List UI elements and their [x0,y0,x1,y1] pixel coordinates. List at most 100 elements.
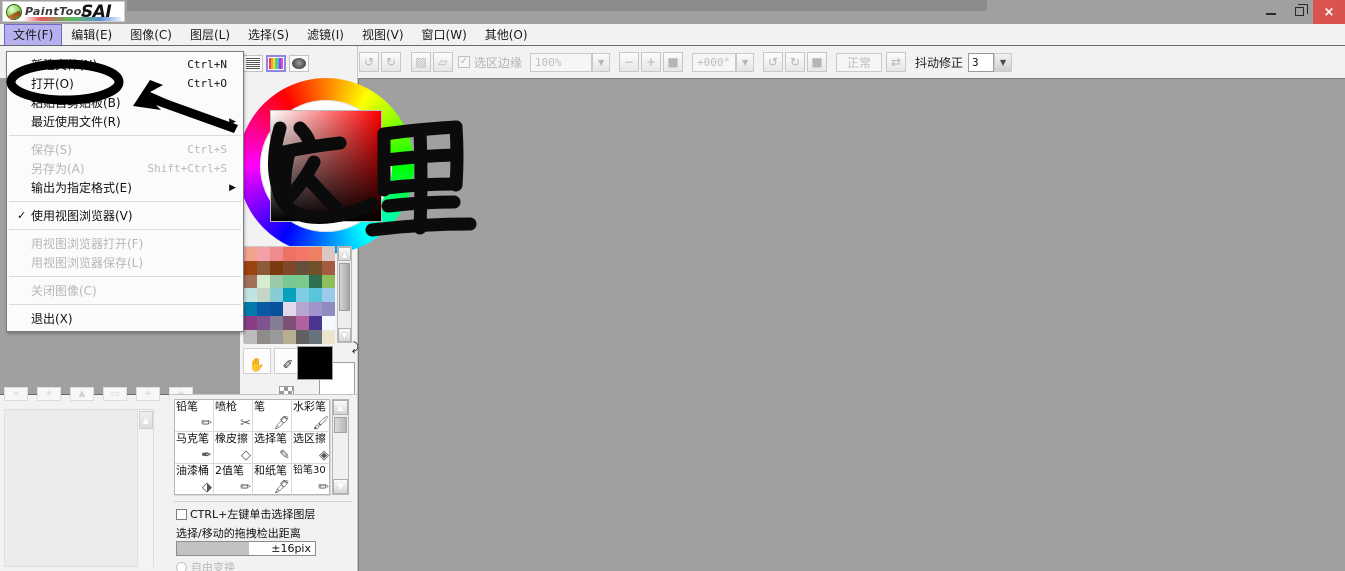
rotate-cw-icon[interactable]: ↻ [785,52,806,72]
color-swatch[interactable] [270,247,283,261]
menu-select[interactable]: 选择(S) [239,24,298,46]
brush-grid[interactable]: 铅笔 ✏ 喷枪 ✂ 笔 🖊 水彩笔 🖌 马克笔 ✒ 橡皮擦 ◇ 选择笔 ✎ 选区擦 ◈ 油漆桶 ⬗ 2值笔 ✏ 和纸笔 🖋… [174,399,331,496]
color-swatch[interactable] [244,288,257,303]
color-swatch[interactable] [309,247,322,261]
scroll-up-icon[interactable]: ▲ [338,247,351,261]
color-swatch[interactable] [244,315,257,330]
color-swatch[interactable] [257,247,270,261]
brush-cell[interactable]: 水彩笔 🖌 [292,400,331,432]
brush-cell[interactable]: 喷枪 ✂ [214,400,253,432]
brush-cell[interactable]: 和纸笔 🖋 [253,464,292,496]
swap-colors-icon[interactable]: ⤸ [352,340,359,355]
color-swatch[interactable] [257,260,270,275]
brush-cell[interactable]: 铅笔30 ✏ [292,464,331,496]
rotate-value[interactable]: +000° [692,52,737,72]
zoom-out-button[interactable]: − [619,52,640,72]
scratchpad-mode-button[interactable] [289,55,309,72]
color-swatch[interactable] [270,260,283,275]
color-swatch[interactable] [322,288,335,303]
foreground-color-swatch[interactable] [297,346,333,380]
flip-horizontal-icon[interactable]: ⇄ [886,52,907,72]
menu-item-输出为指定格式E[interactable]: 输出为指定格式(E) ▶ [7,178,243,197]
brush-cell[interactable]: 油漆桶 ⬗ [175,464,214,496]
layer-list[interactable]: ▲ [4,409,154,568]
free-transform-option[interactable]: 自由变换 [176,559,235,571]
color-swatch[interactable] [309,274,322,289]
brush-cell[interactable]: 橡皮擦 ◇ [214,432,253,464]
color-swatch[interactable] [322,274,335,289]
color-swatch[interactable] [322,260,335,275]
stabilizer-value[interactable]: 3 [968,52,995,72]
brush-cell[interactable]: 马克笔 ✒ [175,432,214,464]
color-swatch[interactable] [283,302,296,316]
menu-edit[interactable]: 编辑(E) [62,24,121,46]
zoom-reset-button[interactable]: ■ [663,52,684,72]
color-swatch[interactable] [322,315,335,330]
color-swatch[interactable] [309,329,322,344]
menu-item-使用视图浏览器V[interactable]: ✓ 使用视图浏览器(V) [7,206,243,225]
merge-layer-button[interactable]: ▭ [103,387,127,401]
color-swatch[interactable] [283,329,296,344]
brush-cell[interactable]: 选区擦 ◈ [292,432,331,464]
menu-other[interactable]: 其他(O) [476,24,537,46]
menu-item-新建文件N[interactable]: 新建文件(N) Ctrl+N [7,55,243,74]
rotate-reset-button[interactable]: ■ [807,52,828,72]
brush-scroll-up-icon[interactable]: ▲ [333,400,348,415]
drag-detect-slider[interactable]: ±16pix [176,541,316,556]
hand-tool-button[interactable]: ✋ [243,348,271,374]
new-mask-button[interactable]: ▲ [70,387,94,401]
brush-scrollbar-thumb[interactable] [334,417,347,433]
color-swatch[interactable] [270,274,283,289]
brush-cell[interactable]: 铅笔 ✏ [175,400,214,432]
brush-cell[interactable]: 笔 🖊 [253,400,292,432]
swatches-mode-button[interactable] [266,55,286,72]
maximize-button[interactable] [1285,0,1313,22]
color-swatch[interactable] [244,274,257,289]
new-group-button[interactable]: + [37,387,61,401]
menu-item-退出X[interactable]: 退出(X) [7,309,243,328]
menu-file[interactable]: 文件(F) [4,23,63,46]
color-swatch[interactable] [257,302,270,316]
select-transform-icon[interactable]: ▨ [411,52,431,72]
duplicate-layer-button[interactable]: + [136,387,160,401]
menu-filter[interactable]: 滤镜(I) [298,24,353,46]
color-swatch[interactable] [244,302,257,316]
color-swatch[interactable] [283,247,296,261]
close-button[interactable]: × [1313,0,1345,24]
color-swatch[interactable] [309,302,322,316]
color-swatch[interactable] [244,247,257,261]
redo-icon[interactable]: ↻ [381,52,401,72]
undo-icon[interactable]: ↺ [359,52,379,72]
blend-mode-value[interactable]: 正常 [836,52,883,72]
color-swatch[interactable] [270,288,283,303]
color-swatch[interactable] [322,302,335,316]
rotate-ccw-icon[interactable]: ↺ [763,52,784,72]
color-wheel[interactable] [238,78,414,254]
color-swatch[interactable] [283,260,296,275]
layer-list-scrollbar[interactable]: ▲ [137,410,153,568]
stabilizer-dropdown-icon[interactable]: ▼ [994,52,1013,72]
minimize-button[interactable] [1257,0,1285,22]
color-swatch[interactable] [283,274,296,289]
color-swatch[interactable] [244,329,257,344]
color-swatch[interactable] [309,288,322,303]
layer-scroll-up-icon[interactable]: ▲ [139,411,153,429]
ctrl-click-layer-option[interactable]: CTRL+左键单击选择图层 [176,506,315,522]
color-swatch[interactable] [322,247,335,261]
menu-window[interactable]: 窗口(W) [413,24,476,46]
sliders-mode-button[interactable] [243,55,263,72]
brush-scroll-down-icon[interactable]: ▼ [333,479,348,494]
color-swatch[interactable] [296,274,309,289]
color-swatch[interactable] [257,274,270,289]
zoom-value[interactable]: 100% [530,52,593,72]
canvas-workspace[interactable] [358,78,1345,571]
color-swatch[interactable] [296,288,309,303]
menu-image[interactable]: 图像(C) [121,24,181,46]
menu-item-粘贴自剪贴板B[interactable]: 粘贴自剪贴板(B) [7,93,243,112]
brush-scrollbar[interactable]: ▲ ▼ [332,399,349,495]
new-layer-button[interactable]: + [4,387,28,401]
color-swatch[interactable] [270,315,283,330]
color-swatch[interactable] [296,329,309,344]
color-swatch[interactable] [283,315,296,330]
color-swatch-grid[interactable] [243,246,335,344]
